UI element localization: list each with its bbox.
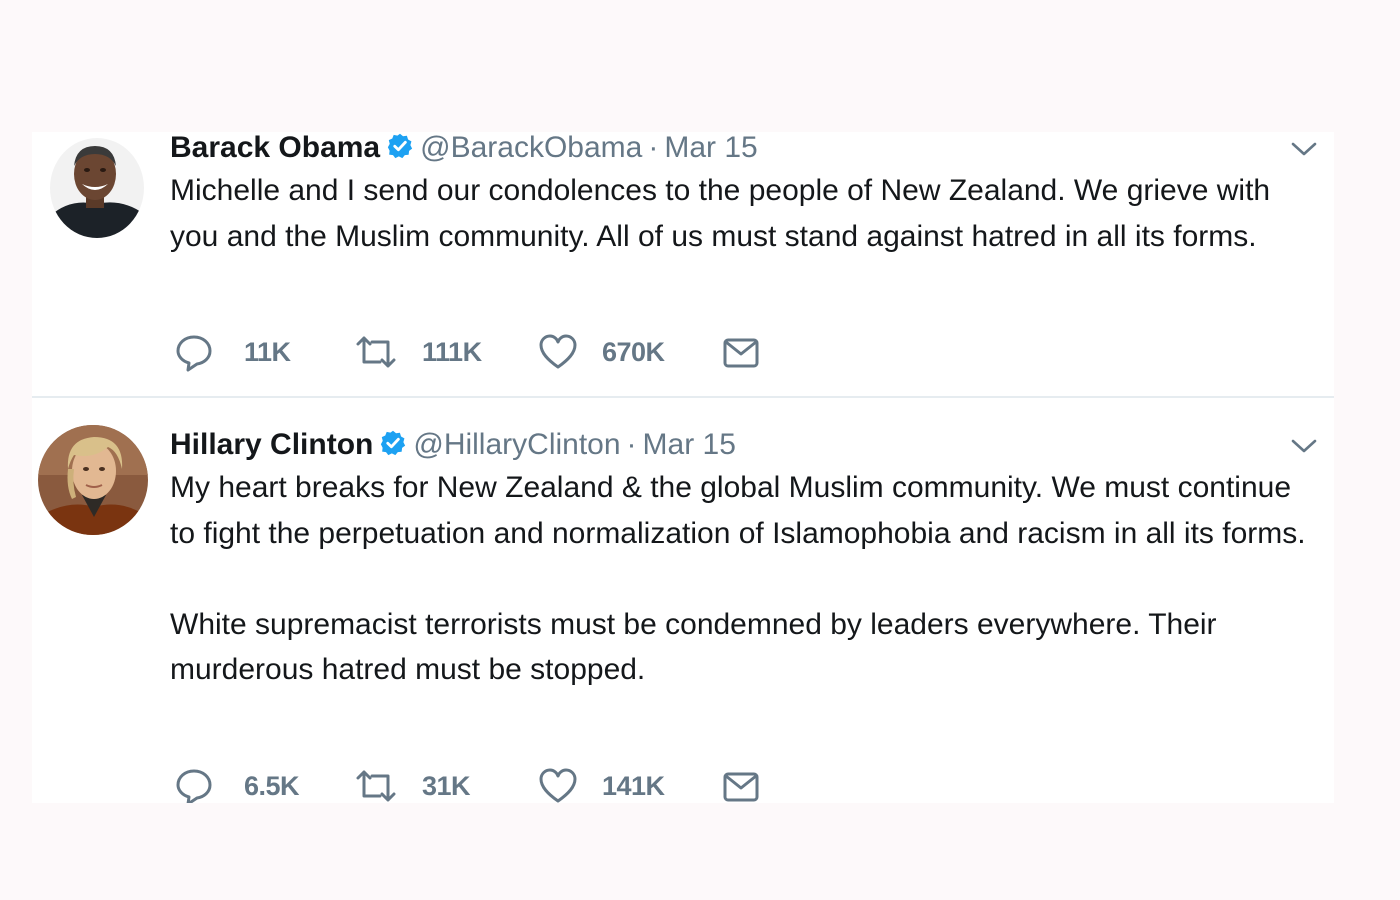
tweet-feed: Barack Obama @BarackObama · Mar 15 Michelle… <box>32 132 1334 803</box>
tweet-header: Barack Obama @BarackObama · Mar 15 <box>170 132 758 163</box>
header-separator: · <box>648 132 659 164</box>
direct-message-button[interactable] <box>722 332 760 372</box>
retweet-count: 111K <box>422 336 482 367</box>
retweet-icon <box>356 336 396 368</box>
tweet-date[interactable]: Mar 15 <box>664 132 757 164</box>
tweet[interactable]: Barack Obama @BarackObama · Mar 15 Michelle… <box>32 132 1334 396</box>
reply-icon <box>176 769 212 803</box>
reply-count: 11K <box>244 336 291 367</box>
like-icon <box>539 334 577 369</box>
display-name[interactable]: Barack Obama <box>170 132 380 164</box>
chevron-down-icon[interactable] <box>1290 140 1318 158</box>
reply-icon <box>176 335 212 372</box>
like-count: 670K <box>602 336 665 367</box>
reply-count: 6.5K <box>244 770 300 801</box>
direct-message-icon <box>723 338 759 368</box>
user-handle[interactable]: @BarackObama <box>420 132 642 164</box>
tweet-text: My heart breaks for New Zealand & the gl… <box>170 465 1320 693</box>
avatar[interactable] <box>38 425 148 535</box>
avatar-photo <box>50 138 144 238</box>
like-count: 141K <box>602 770 665 801</box>
retweet-count: 31K <box>422 770 471 801</box>
chevron-down-icon[interactable] <box>1290 437 1318 455</box>
direct-message-icon <box>723 772 759 802</box>
header-separator: · <box>626 428 637 461</box>
display-name[interactable]: Hillary Clinton <box>170 428 373 461</box>
tweet-paragraph: My heart breaks for New Zealand & the gl… <box>170 471 1306 550</box>
verified-badge-icon <box>387 133 413 159</box>
tweet-date[interactable]: Mar 15 <box>643 428 736 461</box>
retweet-icon <box>356 770 396 802</box>
tweet-paragraph: Michelle and I send our condolences to t… <box>170 174 1271 253</box>
like-button[interactable]: 670K <box>538 332 665 372</box>
tweet-text: Michelle and I send our condolences to t… <box>170 168 1320 259</box>
retweet-button[interactable]: 111K <box>354 332 482 372</box>
reply-button[interactable]: 6.5K <box>174 766 300 803</box>
reply-button[interactable]: 11K <box>174 332 291 372</box>
avatar-photo <box>38 425 148 535</box>
tweet[interactable]: Hillary Clinton @HillaryClinton · Mar 15 My… <box>32 398 1334 803</box>
tweet-paragraph: White supremacist terrorists must be con… <box>170 607 1217 687</box>
direct-message-button[interactable] <box>722 766 760 803</box>
user-handle[interactable]: @HillaryClinton <box>413 428 620 461</box>
tweet-header: Hillary Clinton @HillaryClinton · Mar 15 <box>170 429 736 460</box>
like-icon <box>539 768 577 803</box>
avatar[interactable] <box>50 138 144 238</box>
retweet-button[interactable]: 31K <box>354 766 471 803</box>
like-button[interactable]: 141K <box>538 766 665 803</box>
verified-badge-icon <box>381 430 406 456</box>
